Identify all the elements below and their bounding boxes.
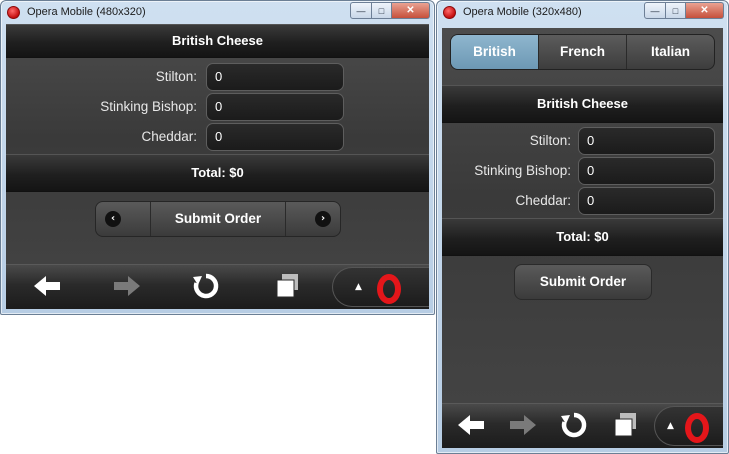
submit-pager: ‹ Submit Order › <box>95 201 341 237</box>
maximize-button[interactable]: □ <box>666 2 686 19</box>
stinking-bishop-input[interactable]: 0 <box>206 93 344 121</box>
stinking-bishop-input[interactable]: 0 <box>578 157 715 185</box>
window-title: Opera Mobile (480x320) <box>27 6 146 18</box>
stilton-input[interactable]: 0 <box>206 63 344 91</box>
back-arrow-icon[interactable] <box>32 273 62 299</box>
back-arrow-icon[interactable] <box>456 412 486 438</box>
reload-icon[interactable] <box>560 411 588 439</box>
maximize-button[interactable]: □ <box>372 2 392 19</box>
page-header: British Cheese <box>6 24 429 58</box>
cheddar-input[interactable]: 0 <box>578 187 715 215</box>
opera-menu-button[interactable]: ▲ <box>654 406 723 446</box>
reload-icon[interactable] <box>192 272 220 300</box>
form-row-cheddar: Cheddar: 0 <box>6 122 429 152</box>
total-bar: Total: $0 <box>442 218 723 256</box>
close-button[interactable]: ✕ <box>686 2 724 19</box>
field-label: Cheddar: <box>141 129 197 144</box>
window-opera-320x480: Opera Mobile (320x480) — □ ✕ British Fre… <box>436 0 729 454</box>
cheddar-input[interactable]: 0 <box>206 123 344 151</box>
window-opera-480x320: Opera Mobile (480x320) — □ ✕ British Che… <box>0 0 435 315</box>
field-label: Stinking Bishop: <box>474 163 571 178</box>
opera-logo-icon <box>7 6 20 19</box>
window-controls: — □ ✕ <box>350 2 430 19</box>
minimize-button[interactable]: — <box>644 2 666 19</box>
total-bar: Total: $0 <box>6 154 429 192</box>
tabs-icon[interactable] <box>274 272 302 300</box>
window-titlebar[interactable]: Opera Mobile (320x480) — □ ✕ <box>437 1 728 25</box>
next-button[interactable]: › <box>285 202 340 236</box>
submit-order-button[interactable]: Submit Order <box>151 202 285 236</box>
opera-menu-icon <box>685 413 709 443</box>
form-row-stinking-bishop: Stinking Bishop: 0 <box>6 92 429 122</box>
tab-italian[interactable]: Italian <box>626 35 714 69</box>
close-button[interactable]: ✕ <box>392 2 430 19</box>
tab-british[interactable]: British <box>451 35 538 69</box>
chevron-right-icon: › <box>315 211 331 227</box>
form-row-cheddar: Cheddar: 0 <box>442 186 723 216</box>
field-label: Stinking Bishop: <box>100 99 197 114</box>
chevron-left-icon: ‹ <box>105 211 121 227</box>
browser-viewport: British French Italian British Cheese St… <box>442 28 723 448</box>
form-row-stilton: Stilton: 0 <box>6 62 429 92</box>
forward-arrow-icon[interactable] <box>112 273 142 299</box>
window-title: Opera Mobile (320x480) <box>463 6 582 18</box>
page-header: British Cheese <box>442 85 723 123</box>
window-controls: — □ ✕ <box>644 2 724 19</box>
field-label: Stilton: <box>155 69 197 84</box>
form-row-stilton: Stilton: 0 <box>442 126 723 156</box>
menu-caret-icon: ▲ <box>667 421 674 431</box>
submit-order-button[interactable]: Submit Order <box>514 264 652 300</box>
menu-caret-icon: ▲ <box>355 282 362 292</box>
browser-toolbar: ▲ <box>442 403 723 448</box>
field-label: Stilton: <box>529 133 571 148</box>
opera-logo-icon <box>443 6 456 19</box>
cheese-tabs: British French Italian <box>450 34 715 70</box>
opera-menu-icon <box>377 274 401 304</box>
minimize-button[interactable]: — <box>350 2 372 19</box>
previous-button[interactable]: ‹ <box>96 202 151 236</box>
tabs-icon[interactable] <box>612 411 640 439</box>
opera-menu-button[interactable]: ▲ <box>332 267 429 307</box>
browser-toolbar: ▲ <box>6 264 429 309</box>
tab-french[interactable]: French <box>538 35 626 69</box>
field-label: Cheddar: <box>515 193 571 208</box>
window-titlebar[interactable]: Opera Mobile (480x320) — □ ✕ <box>1 1 434 25</box>
stilton-input[interactable]: 0 <box>578 127 715 155</box>
browser-viewport: British Cheese Stilton: 0 Stinking Bisho… <box>6 24 429 309</box>
forward-arrow-icon[interactable] <box>508 412 538 438</box>
form-row-stinking-bishop: Stinking Bishop: 0 <box>442 156 723 186</box>
